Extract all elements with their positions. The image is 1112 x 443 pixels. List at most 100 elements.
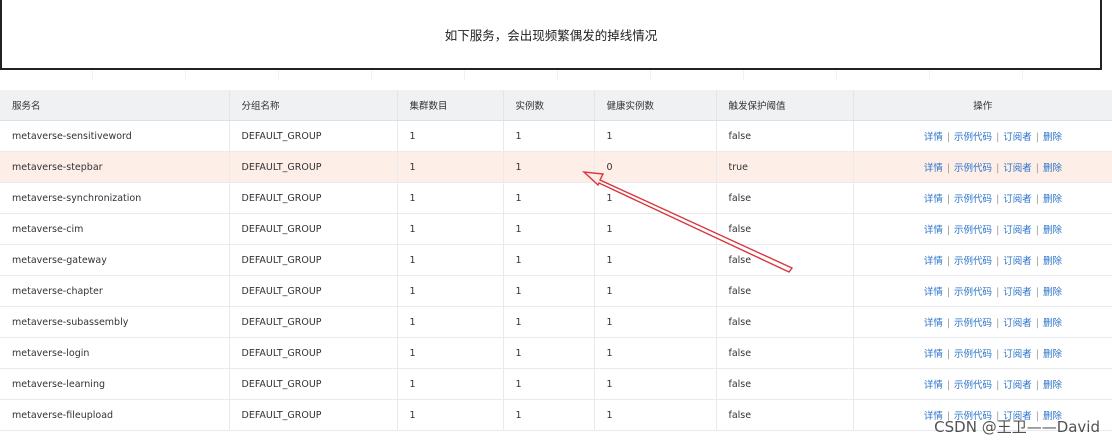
subscribers-link[interactable]: 订阅者 [1003,287,1032,298]
cell-protect-threshold: false [716,244,854,276]
cell-service-name: metaverse-synchronization [0,182,230,214]
cell-healthy-count: 1 [594,306,717,338]
link-separator: | [946,194,951,205]
cell-operations: 详情 | 示例代码 | 订阅者 | 删除 [853,244,1112,276]
link-separator: | [996,256,1000,267]
sample-code-link[interactable]: 示例代码 [954,380,992,391]
detail-link[interactable]: 详情 [924,256,943,267]
delete-link[interactable]: 删除 [1043,163,1062,174]
detail-link[interactable]: 详情 [924,132,943,143]
header-instance-count: 实例数 [503,90,595,121]
cell-instance-count: 1 [503,399,595,431]
cell-group-name: DEFAULT_GROUP [229,182,398,214]
cell-group-name: DEFAULT_GROUP [229,306,398,338]
link-separator: | [996,287,1000,298]
delete-link[interactable]: 删除 [1043,225,1062,236]
delete-link[interactable]: 删除 [1043,318,1062,329]
cell-instance-count: 1 [503,275,595,307]
subscribers-link[interactable]: 订阅者 [1003,349,1032,360]
sample-code-link[interactable]: 示例代码 [954,132,992,143]
table-row[interactable]: metaverse-login DEFAULT_GROUP 1 1 1 false 详情 | 示… [0,337,1112,369]
cell-group-name: DEFAULT_GROUP [229,368,398,400]
cell-protect-threshold: false [716,306,854,338]
link-separator: | [1035,225,1039,236]
link-separator: | [946,380,951,391]
subscribers-link[interactable]: 订阅者 [1003,318,1032,329]
table-row[interactable]: metaverse-cim DEFAULT_GROUP 1 1 1 false 详情 | 示例代… [0,213,1112,245]
link-separator: | [946,256,951,267]
detail-link[interactable]: 详情 [924,163,943,174]
table-header: 服务名 分组名称 集群数目 实例数 健康实例数 触发保护阈值 操作 [0,90,1112,121]
delete-link[interactable]: 删除 [1043,132,1062,143]
link-separator: | [946,318,951,329]
cell-protect-threshold: false [716,182,854,214]
cell-operations: 详情 | 示例代码 | 订阅者 | 删除 [853,213,1112,245]
subscribers-link[interactable]: 订阅者 [1003,256,1032,267]
sample-code-link[interactable]: 示例代码 [954,163,992,174]
delete-link[interactable]: 删除 [1043,380,1062,391]
link-separator: | [996,194,1000,205]
table-row[interactable]: metaverse-subassembly DEFAULT_GROUP 1 1 1 fal… [0,306,1112,338]
sample-code-link[interactable]: 示例代码 [954,225,992,236]
sample-code-link[interactable]: 示例代码 [954,287,992,298]
link-separator: | [996,318,1000,329]
subscribers-link[interactable]: 订阅者 [1003,225,1032,236]
cell-healthy-count: 1 [594,182,717,214]
cell-healthy-count: 1 [594,399,717,431]
link-separator: | [1035,349,1039,360]
link-separator: | [996,163,1000,174]
cell-cluster-count: 1 [397,120,504,152]
cell-instance-count: 1 [503,182,595,214]
cell-protect-threshold: false [716,213,854,245]
link-separator: | [996,380,1000,391]
delete-link[interactable]: 删除 [1043,287,1062,298]
delete-link[interactable]: 删除 [1043,256,1062,267]
cell-protect-threshold: false [716,120,854,152]
table-row[interactable]: metaverse-stepbar DEFAULT_GROUP 1 1 0 true 详情 |… [0,151,1112,183]
cell-service-name: metaverse-subassembly [0,306,230,338]
detail-link[interactable]: 详情 [924,380,943,391]
header-healthy-count: 健康实例数 [594,90,717,121]
subscribers-link[interactable]: 订阅者 [1003,132,1032,143]
cell-instance-count: 1 [503,151,595,183]
cell-cluster-count: 1 [397,151,504,183]
sample-code-link[interactable]: 示例代码 [954,349,992,360]
cell-cluster-count: 1 [397,213,504,245]
cell-protect-threshold: true [716,151,854,183]
table-row[interactable]: metaverse-synchronization DEFAULT_GROUP 1 1… [0,182,1112,214]
cell-healthy-count: 1 [594,244,717,276]
table-row[interactable]: metaverse-learning DEFAULT_GROUP 1 1 1 false 详… [0,368,1112,400]
detail-link[interactable]: 详情 [924,318,943,329]
cell-service-name: metaverse-fileupload [0,399,230,431]
sample-code-link[interactable]: 示例代码 [954,318,992,329]
cell-service-name: metaverse-stepbar [0,151,230,183]
link-separator: | [1035,194,1039,205]
header-group-name: 分组名称 [229,90,398,121]
cell-service-name: metaverse-learning [0,368,230,400]
table-row[interactable]: metaverse-gateway DEFAULT_GROUP 1 1 1 false 详情… [0,244,1112,276]
detail-link[interactable]: 详情 [924,194,943,205]
cell-protect-threshold: false [716,275,854,307]
cell-group-name: DEFAULT_GROUP [229,151,398,183]
delete-link[interactable]: 删除 [1043,194,1062,205]
header-cluster-count: 集群数目 [397,90,504,121]
link-separator: | [946,225,951,236]
table-row[interactable]: metaverse-sensitiveword DEFAULT_GROUP 1 1 1 f… [0,120,1112,152]
detail-link[interactable]: 详情 [924,287,943,298]
detail-link[interactable]: 详情 [924,225,943,236]
link-separator: | [1035,318,1039,329]
cell-operations: 详情 | 示例代码 | 订阅者 | 删除 [853,120,1112,152]
delete-link[interactable]: 删除 [1043,349,1062,360]
link-separator: | [1035,256,1039,267]
subscribers-link[interactable]: 订阅者 [1003,380,1032,391]
subscribers-link[interactable]: 订阅者 [1003,194,1032,205]
cell-protect-threshold: false [716,337,854,369]
cell-service-name: metaverse-sensitiveword [0,120,230,152]
subscribers-link[interactable]: 订阅者 [1003,163,1032,174]
detail-link[interactable]: 详情 [924,349,943,360]
cell-operations: 详情 | 示例代码 | 订阅者 | 删除 [853,306,1112,338]
sample-code-link[interactable]: 示例代码 [954,256,992,267]
table-row[interactable]: metaverse-chapter DEFAULT_GROUP 1 1 1 false 详情… [0,275,1112,307]
cell-operations: 详情 | 示例代码 | 订阅者 | 删除 [853,182,1112,214]
sample-code-link[interactable]: 示例代码 [954,194,992,205]
